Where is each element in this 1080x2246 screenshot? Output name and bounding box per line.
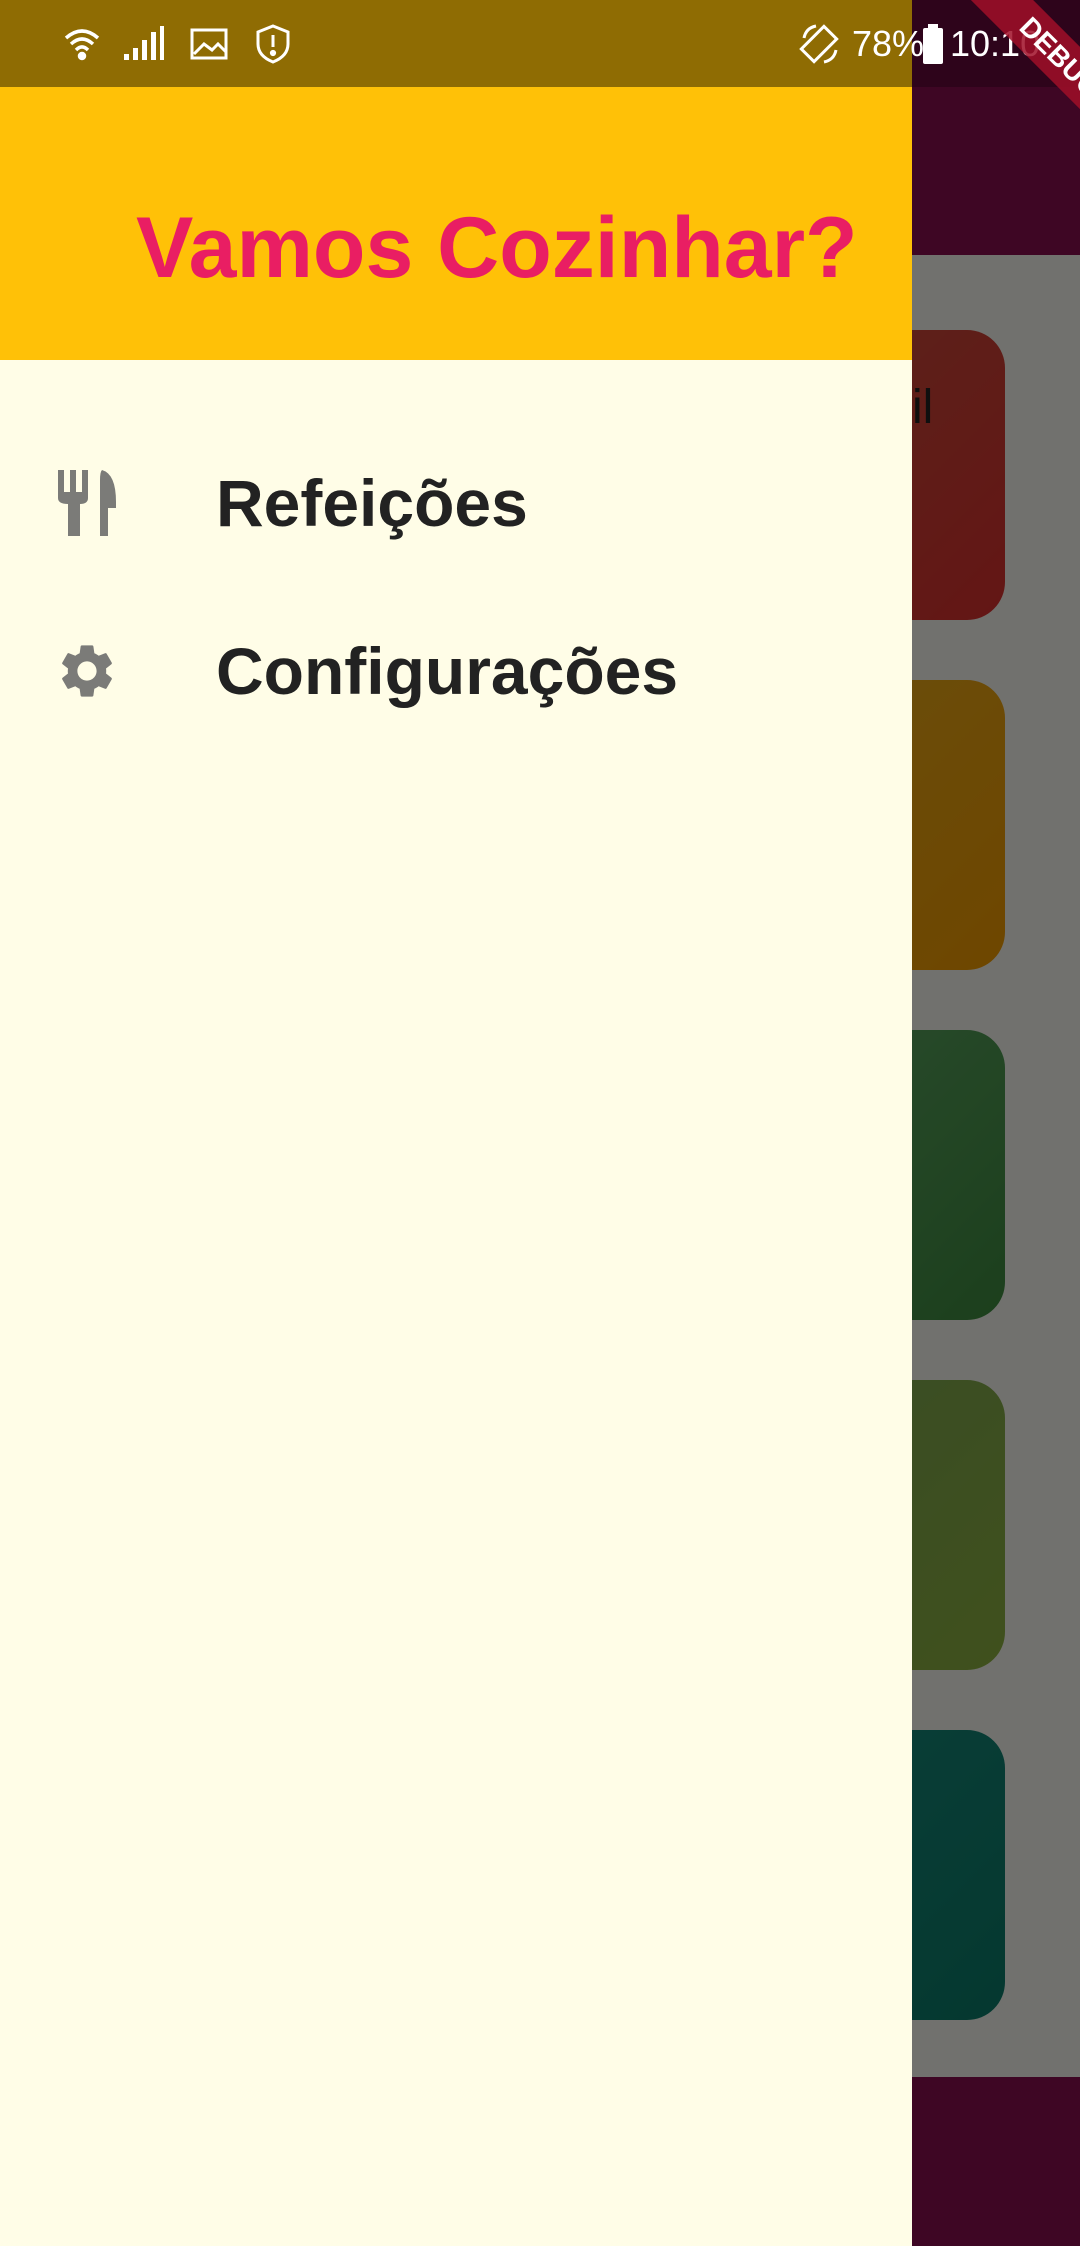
debug-label: DEBUG bbox=[966, 0, 1080, 150]
drawer-title: Vamos Cozinhar? bbox=[136, 200, 858, 296]
navigation-drawer: Vamos Cozinhar? Refeições Configurações bbox=[0, 0, 912, 2246]
debug-banner: DEBUG bbox=[930, 0, 1080, 150]
drawer-item-configuracoes[interactable]: Configurações bbox=[0, 596, 912, 746]
settings-icon bbox=[54, 638, 120, 704]
rotate-icon bbox=[798, 20, 842, 68]
drawer-item-label: Refeições bbox=[216, 466, 528, 540]
status-bar: 78% 10:10 bbox=[0, 0, 1080, 87]
signal-icon bbox=[124, 20, 164, 68]
wifi-icon bbox=[62, 20, 102, 68]
drawer-item-refeicoes[interactable]: Refeições bbox=[0, 428, 912, 578]
shield-icon bbox=[256, 20, 290, 68]
battery-percent: 78% bbox=[852, 23, 925, 64]
image-icon bbox=[190, 20, 228, 68]
drawer-item-label: Configurações bbox=[216, 634, 679, 708]
restaurant-icon bbox=[54, 470, 120, 536]
